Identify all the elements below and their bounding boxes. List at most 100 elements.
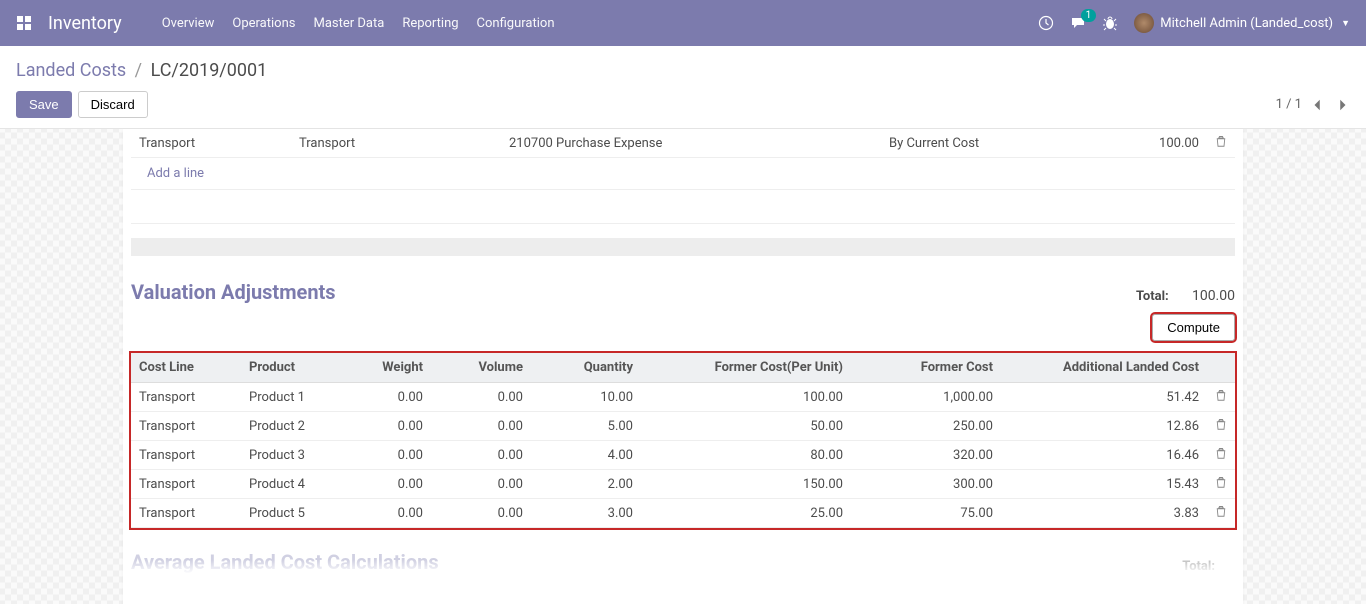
cost-line-product[interactable]: Transport <box>131 129 291 158</box>
pager-next[interactable] <box>1334 97 1350 113</box>
delete-row-icon[interactable] <box>1207 441 1235 470</box>
average-total-label: Total: <box>1182 559 1215 574</box>
val-costline[interactable]: Transport <box>131 441 241 470</box>
cost-line-row[interactable]: Transport Transport 210700 Purchase Expe… <box>131 129 1235 158</box>
breadcrumb-root[interactable]: Landed Costs <box>16 60 126 81</box>
user-menu[interactable]: Mitchell Admin (Landed_cost) ▼ <box>1134 13 1350 33</box>
menu-configuration[interactable]: Configuration <box>477 16 555 31</box>
val-weight[interactable]: 0.00 <box>351 412 431 441</box>
val-h-formercost: Former Cost <box>851 353 1001 383</box>
val-weight[interactable]: 0.00 <box>351 441 431 470</box>
val-volume[interactable]: 0.00 <box>431 412 531 441</box>
cost-line-cost[interactable]: 100.00 <box>1111 129 1207 158</box>
val-formerunit[interactable]: 100.00 <box>641 383 851 412</box>
topnav: Inventory Overview Operations Master Dat… <box>0 0 1366 46</box>
val-weight[interactable]: 0.00 <box>351 383 431 412</box>
val-volume[interactable]: 0.00 <box>431 383 531 412</box>
val-h-delete <box>1207 353 1235 383</box>
valuation-row[interactable]: TransportProduct 30.000.004.0080.00320.0… <box>131 441 1235 470</box>
val-additional[interactable]: 51.42 <box>1001 383 1207 412</box>
val-product[interactable]: Product 2 <box>241 412 351 441</box>
val-formerunit[interactable]: 25.00 <box>641 499 851 528</box>
apps-icon[interactable] <box>16 15 32 31</box>
top-menu: Overview Operations Master Data Reportin… <box>162 16 555 31</box>
menu-reporting[interactable]: Reporting <box>402 16 458 31</box>
cost-line-account[interactable]: 210700 Purchase Expense <box>501 129 881 158</box>
val-volume[interactable]: 0.00 <box>431 441 531 470</box>
valuation-total-value: 100.00 <box>1192 288 1235 304</box>
val-qty[interactable]: 10.00 <box>531 383 641 412</box>
delete-row-icon[interactable] <box>1207 412 1235 441</box>
val-formerunit[interactable]: 150.00 <box>641 470 851 499</box>
control-panel: Landed Costs / LC/2019/0001 Save Discard… <box>0 46 1366 129</box>
pager-prev[interactable] <box>1310 97 1326 113</box>
val-h-additional: Additional Landed Cost <box>1001 353 1207 383</box>
val-costline[interactable]: Transport <box>131 383 241 412</box>
pager-text: 1 / 1 <box>1276 97 1302 112</box>
menu-operations[interactable]: Operations <box>232 16 295 31</box>
messaging-icon[interactable]: 1 <box>1070 15 1086 31</box>
val-h-weight: Weight <box>351 353 431 383</box>
val-h-product: Product <box>241 353 351 383</box>
section-divider <box>131 238 1235 256</box>
val-additional[interactable]: 15.43 <box>1001 470 1207 499</box>
user-name: Mitchell Admin (Landed_cost) <box>1160 16 1333 31</box>
val-qty[interactable]: 5.00 <box>531 412 641 441</box>
compute-button[interactable]: Compute <box>1152 314 1235 341</box>
valuation-table-highlight: Cost Line Product Weight Volume Quantity… <box>131 353 1235 528</box>
val-additional[interactable]: 3.83 <box>1001 499 1207 528</box>
val-formercost[interactable]: 300.00 <box>851 470 1001 499</box>
caret-down-icon: ▼ <box>1341 18 1350 29</box>
delete-line-icon[interactable] <box>1207 129 1235 158</box>
activities-icon[interactable] <box>1038 15 1054 31</box>
val-weight[interactable]: 0.00 <box>351 470 431 499</box>
val-weight[interactable]: 0.00 <box>351 499 431 528</box>
pager: 1 / 1 <box>1276 97 1350 113</box>
cost-lines-table: Transport Transport 210700 Purchase Expe… <box>131 129 1235 224</box>
cost-line-split[interactable]: By Current Cost <box>881 129 1111 158</box>
valuation-row[interactable]: TransportProduct 10.000.0010.00100.001,0… <box>131 383 1235 412</box>
val-h-qty: Quantity <box>531 353 641 383</box>
save-button[interactable]: Save <box>16 91 72 118</box>
val-h-volume: Volume <box>431 353 531 383</box>
valuation-row[interactable]: TransportProduct 20.000.005.0050.00250.0… <box>131 412 1235 441</box>
val-formerunit[interactable]: 50.00 <box>641 412 851 441</box>
valuation-title: Valuation Adjustments <box>131 280 336 304</box>
val-h-formerunit: Former Cost(Per Unit) <box>641 353 851 383</box>
menu-master-data[interactable]: Master Data <box>313 16 384 31</box>
val-volume[interactable]: 0.00 <box>431 470 531 499</box>
add-line-link[interactable]: Add a line <box>147 166 204 181</box>
valuation-total: Total: 100.00 <box>1136 288 1235 304</box>
valuation-row[interactable]: TransportProduct 50.000.003.0025.0075.00… <box>131 499 1235 528</box>
cost-line-description[interactable]: Transport <box>291 129 501 158</box>
val-costline[interactable]: Transport <box>131 499 241 528</box>
val-formercost[interactable]: 320.00 <box>851 441 1001 470</box>
avatar <box>1134 13 1154 33</box>
valuation-total-label: Total: <box>1136 289 1169 304</box>
val-product[interactable]: Product 3 <box>241 441 351 470</box>
val-formercost[interactable]: 250.00 <box>851 412 1001 441</box>
val-product[interactable]: Product 1 <box>241 383 351 412</box>
debug-icon[interactable] <box>1102 15 1118 31</box>
val-costline[interactable]: Transport <box>131 412 241 441</box>
delete-row-icon[interactable] <box>1207 383 1235 412</box>
val-volume[interactable]: 0.00 <box>431 499 531 528</box>
val-formercost[interactable]: 1,000.00 <box>851 383 1001 412</box>
delete-row-icon[interactable] <box>1207 499 1235 528</box>
val-costline[interactable]: Transport <box>131 470 241 499</box>
average-total: Total: <box>1182 559 1235 574</box>
valuation-row[interactable]: TransportProduct 40.000.002.00150.00300.… <box>131 470 1235 499</box>
brand[interactable]: Inventory <box>48 13 122 34</box>
val-additional[interactable]: 12.86 <box>1001 412 1207 441</box>
menu-overview[interactable]: Overview <box>162 16 215 31</box>
val-additional[interactable]: 16.46 <box>1001 441 1207 470</box>
val-qty[interactable]: 4.00 <box>531 441 641 470</box>
val-product[interactable]: Product 4 <box>241 470 351 499</box>
discard-button[interactable]: Discard <box>78 91 148 118</box>
delete-row-icon[interactable] <box>1207 470 1235 499</box>
val-qty[interactable]: 3.00 <box>531 499 641 528</box>
val-formercost[interactable]: 75.00 <box>851 499 1001 528</box>
val-product[interactable]: Product 5 <box>241 499 351 528</box>
val-qty[interactable]: 2.00 <box>531 470 641 499</box>
val-formerunit[interactable]: 80.00 <box>641 441 851 470</box>
